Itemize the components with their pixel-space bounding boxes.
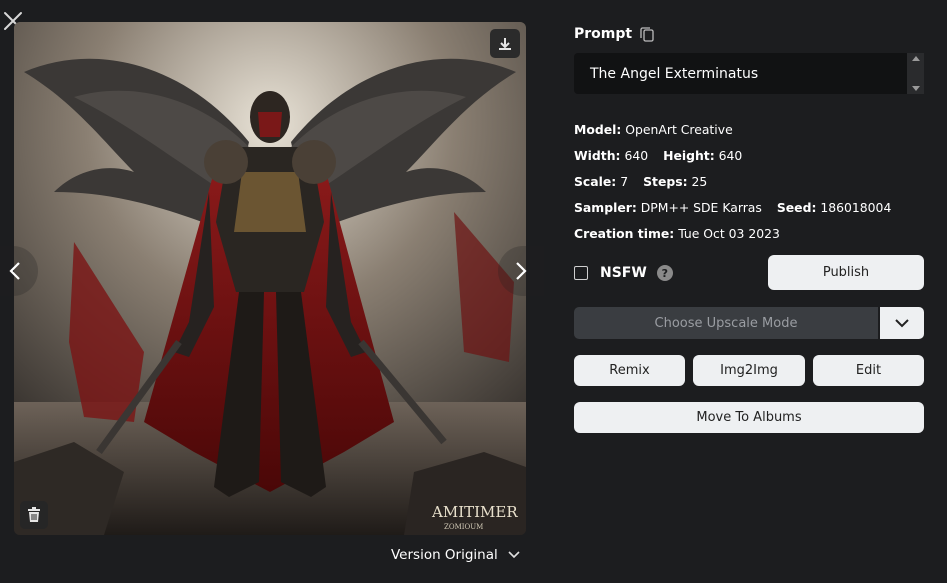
prompt-header: Prompt bbox=[574, 22, 924, 46]
scroll-up-icon[interactable] bbox=[911, 56, 920, 61]
download-icon bbox=[499, 37, 511, 50]
chevron-right-icon bbox=[516, 262, 527, 280]
sampler-info: Sampler: DPM++ SDE Karras bbox=[574, 199, 762, 215]
publish-button[interactable]: Publish bbox=[768, 255, 924, 290]
artwork-watermark: AMITIMER bbox=[431, 503, 518, 521]
height-info: Height: 640 bbox=[663, 147, 743, 163]
upscale-control: Choose Upscale Mode bbox=[574, 307, 924, 339]
nsfw-label: NSFW bbox=[600, 265, 647, 281]
details-panel: Prompt The Angel Exterminatus Model: Ope… bbox=[574, 22, 924, 433]
prompt-text: The Angel Exterminatus bbox=[590, 65, 759, 82]
img2img-button[interactable]: Img2Img bbox=[693, 355, 805, 386]
svg-text:ZOMIOUM: ZOMIOUM bbox=[444, 523, 483, 531]
scroll-down-icon[interactable] bbox=[911, 86, 920, 91]
download-button[interactable] bbox=[490, 29, 520, 58]
scale-info: Scale: 7 bbox=[574, 173, 629, 189]
delete-button[interactable] bbox=[20, 501, 48, 529]
copy-icon[interactable] bbox=[640, 26, 654, 42]
nsfw-row: NSFW ? Publish bbox=[574, 255, 924, 291]
prompt-title: Prompt bbox=[574, 26, 633, 42]
edit-button[interactable]: Edit bbox=[813, 355, 924, 386]
prompt-textbox[interactable]: The Angel Exterminatus bbox=[574, 53, 924, 94]
prompt-scrollbar[interactable] bbox=[907, 53, 924, 94]
steps-info: Steps: 25 bbox=[643, 173, 708, 189]
help-icon[interactable]: ? bbox=[656, 265, 673, 281]
width-info: Width: 640 bbox=[574, 147, 649, 163]
model-info: Model: OpenArt Creative bbox=[574, 121, 733, 137]
chevron-down-icon bbox=[895, 318, 909, 327]
action-buttons-row: Remix Img2Img Edit bbox=[574, 355, 924, 386]
trash-icon bbox=[28, 507, 40, 522]
generated-image: AMITIMER ZOMIOUM bbox=[14, 22, 526, 535]
version-selector[interactable]: Version Original bbox=[391, 545, 520, 565]
remix-button[interactable]: Remix bbox=[574, 355, 685, 386]
move-to-albums-button[interactable]: Move To Albums bbox=[574, 402, 924, 433]
next-image-button[interactable] bbox=[498, 246, 544, 296]
nsfw-checkbox[interactable] bbox=[574, 266, 588, 280]
upscale-mode-select[interactable]: Choose Upscale Mode bbox=[574, 307, 878, 339]
chevron-left-icon bbox=[9, 262, 20, 280]
seed-info: Seed: 186018004 bbox=[776, 199, 892, 215]
chevron-down-icon bbox=[508, 551, 520, 559]
upscale-dropdown-button[interactable] bbox=[880, 307, 924, 339]
creation-time-info: Creation time: Tue Oct 03 2023 bbox=[574, 225, 780, 241]
version-label: Version Original bbox=[391, 547, 498, 563]
angel-artwork: AMITIMER ZOMIOUM bbox=[14, 22, 526, 535]
generation-metadata: Model: OpenArt Creative Width: 640 Heigh… bbox=[574, 116, 924, 246]
